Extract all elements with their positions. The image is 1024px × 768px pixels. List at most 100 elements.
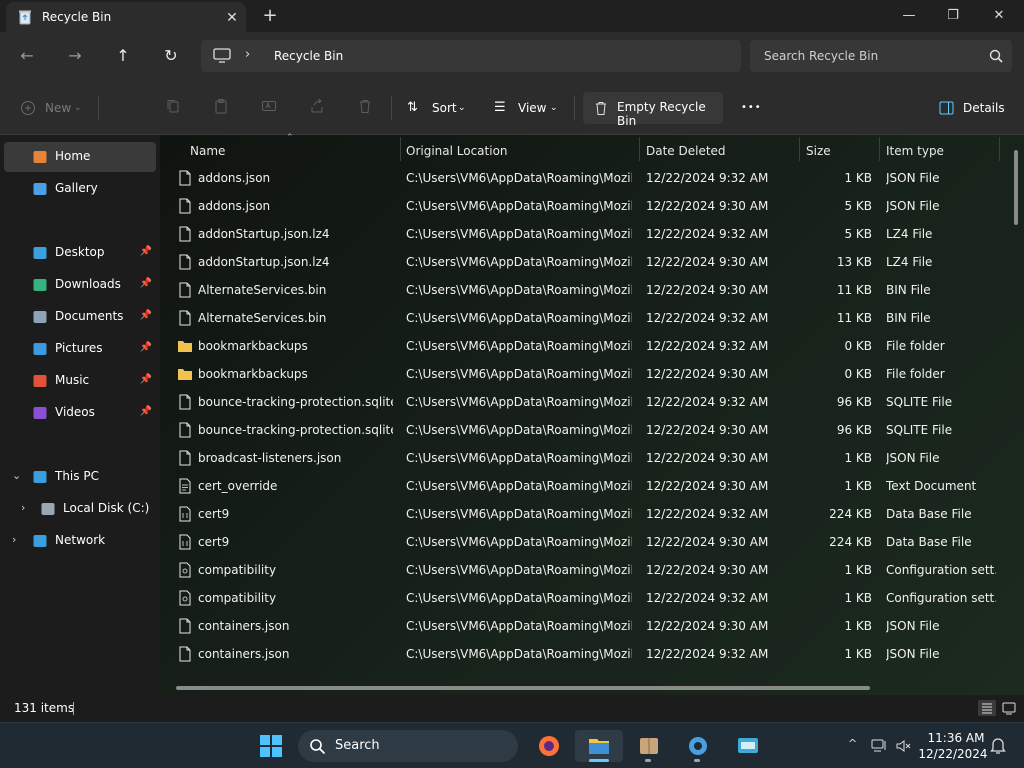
- pin-icon[interactable]: 📌: [140, 246, 152, 257]
- table-row[interactable]: bounce-tracking-protection.sqlite C:\User…: [160, 388, 1008, 416]
- breadcrumb-recycle-bin[interactable]: Recycle Bin: [274, 49, 343, 63]
- sidebar-item-local-disk-c[interactable]: › Local Disk (C:): [4, 494, 156, 524]
- chevron-right-icon[interactable]: ›: [21, 501, 25, 514]
- sidebar-item-videos[interactable]: Videos 📌: [4, 398, 156, 428]
- table-row[interactable]: bounce-tracking-protection.sqlite C:\User…: [160, 416, 1008, 444]
- column-header-date-deleted[interactable]: Date Deleted: [646, 139, 786, 163]
- rename-icon[interactable]: [261, 98, 277, 114]
- chevron-down-icon[interactable]: ⌄: [12, 469, 21, 482]
- file-original-location: C:\Users\VM6\AppData\Roaming\Mozill...: [406, 255, 632, 269]
- delete-icon[interactable]: [357, 98, 373, 114]
- back-button[interactable]: ←: [13, 42, 41, 70]
- column-divider[interactable]: [999, 137, 1000, 161]
- file-explorer-icon[interactable]: [575, 730, 623, 762]
- table-row[interactable]: broadcast-listeners.json C:\Users\VM6\App…: [160, 444, 1008, 472]
- file-item-type: JSON File: [886, 199, 940, 213]
- large-icons-view-icon[interactable]: [1002, 701, 1016, 715]
- new-button[interactable]: New ⌄: [20, 94, 84, 122]
- share-icon[interactable]: [309, 98, 325, 114]
- file-name: cert9: [198, 507, 230, 521]
- empty-recycle-bin-button[interactable]: Empty Recycle Bin: [583, 92, 723, 128]
- taskbar-search-box[interactable]: Search: [298, 730, 518, 762]
- windows-start-icon[interactable]: [260, 735, 282, 757]
- table-row[interactable]: cert_override C:\Users\VM6\AppData\Roamin…: [160, 472, 1008, 500]
- notification-bell-icon[interactable]: [990, 737, 1006, 755]
- table-row[interactable]: addonStartup.json.lz4 C:\Users\VM6\AppDat…: [160, 248, 1008, 276]
- file-size: 1 KB: [844, 479, 872, 493]
- column-header-name[interactable]: Name: [190, 139, 390, 163]
- chevron-right-icon[interactable]: ›: [12, 533, 16, 546]
- search-input[interactable]: Search Recycle Bin: [750, 40, 1012, 72]
- network-tray-icon[interactable]: [871, 737, 887, 753]
- sidebar-item-home[interactable]: Home: [4, 142, 156, 172]
- table-row[interactable]: bookmarkbackups C:\Users\VM6\AppData\Roam…: [160, 360, 1008, 388]
- table-row[interactable]: addons.json C:\Users\VM6\AppData\Roaming\…: [160, 164, 1008, 192]
- table-row[interactable]: addons.json C:\Users\VM6\AppData\Roaming\…: [160, 192, 1008, 220]
- sidebar-item-documents[interactable]: Documents 📌: [4, 302, 156, 332]
- tray-overflow-chevron[interactable]: ^: [848, 737, 857, 750]
- details-button[interactable]: Details: [939, 94, 1011, 122]
- pin-icon[interactable]: 📌: [140, 310, 152, 321]
- close-window-button[interactable]: ✕: [976, 0, 1022, 32]
- pin-icon[interactable]: 📌: [140, 406, 152, 417]
- view-button[interactable]: ☰ View ⌄: [494, 94, 560, 122]
- table-row[interactable]: bookmarkbackups C:\Users\VM6\AppData\Roam…: [160, 332, 1008, 360]
- forward-button[interactable]: →: [61, 42, 89, 70]
- folder-icon: [178, 341, 192, 352]
- search-icon[interactable]: [988, 48, 1004, 64]
- control-panel-icon[interactable]: [731, 730, 765, 762]
- table-row[interactable]: AlternateServices.bin C:\Users\VM6\AppDat…: [160, 276, 1008, 304]
- refresh-button[interactable]: ↻: [157, 42, 185, 70]
- volume-muted-icon[interactable]: [896, 738, 912, 754]
- settings-app-icon[interactable]: [681, 730, 715, 762]
- sidebar-item-pictures[interactable]: Pictures 📌: [4, 334, 156, 364]
- pin-icon[interactable]: 📌: [140, 342, 152, 353]
- sidebar-item-downloads[interactable]: Downloads 📌: [4, 270, 156, 300]
- table-row[interactable]: compatibility C:\Users\VM6\AppData\Roamin…: [160, 584, 1008, 612]
- new-tab-button[interactable]: +: [260, 6, 280, 26]
- vertical-scrollbar[interactable]: [1014, 150, 1018, 225]
- close-tab-icon[interactable]: ✕: [222, 8, 242, 28]
- pin-icon[interactable]: 📌: [140, 278, 152, 289]
- archive-app-icon[interactable]: [632, 730, 666, 762]
- table-row[interactable]: cert9 C:\Users\VM6\AppData\Roaming\Mozill…: [160, 500, 1008, 528]
- network-icon: [33, 535, 47, 547]
- paste-icon[interactable]: [213, 98, 229, 114]
- file-size: 13 KB: [836, 255, 872, 269]
- firefox-icon[interactable]: [532, 730, 566, 762]
- table-row[interactable]: cert9 C:\Users\VM6\AppData\Roaming\Mozill…: [160, 528, 1008, 556]
- table-row[interactable]: addonStartup.json.lz4 C:\Users\VM6\AppDat…: [160, 220, 1008, 248]
- table-row[interactable]: containers.json C:\Users\VM6\AppData\Roam…: [160, 612, 1008, 640]
- clock-time[interactable]: 11:36 AM: [924, 731, 988, 745]
- copy-icon[interactable]: [165, 98, 181, 114]
- sidebar-item-desktop[interactable]: Desktop 📌: [4, 238, 156, 268]
- table-row[interactable]: AlternateServices.bin C:\Users\VM6\AppDat…: [160, 304, 1008, 332]
- column-header-original-location[interactable]: Original Location: [406, 139, 606, 163]
- details-view-icon[interactable]: [978, 700, 996, 716]
- table-row[interactable]: containers.json C:\Users\VM6\AppData\Roam…: [160, 640, 1008, 668]
- sidebar-item-music[interactable]: Music 📌: [4, 366, 156, 396]
- column-header-item-type[interactable]: Item type: [886, 139, 996, 163]
- file-item-type: File folder: [886, 367, 945, 381]
- sidebar-item-this-pc[interactable]: ⌄ This PC: [4, 462, 156, 492]
- file-size: 96 KB: [836, 423, 872, 437]
- table-row[interactable]: compatibility C:\Users\VM6\AppData\Roamin…: [160, 556, 1008, 584]
- address-bar[interactable]: › Recycle Bin: [201, 40, 741, 72]
- sort-button[interactable]: ⇅ Sort ⌄: [407, 94, 469, 122]
- pin-icon[interactable]: 📌: [140, 374, 152, 385]
- horizontal-scrollbar[interactable]: [176, 686, 870, 690]
- column-divider[interactable]: [639, 137, 640, 161]
- sidebar-item-gallery[interactable]: Gallery: [4, 174, 156, 204]
- more-options-button[interactable]: •••: [741, 94, 762, 122]
- chevron-right-icon[interactable]: ›: [245, 47, 250, 62]
- sidebar-item-network[interactable]: › Network: [4, 526, 156, 556]
- clock-date[interactable]: 12/22/2024: [918, 747, 988, 761]
- tab-recycle-bin[interactable]: Recycle Bin ✕: [6, 2, 246, 32]
- maximize-button[interactable]: ❐: [930, 0, 976, 32]
- up-button[interactable]: ↑: [109, 42, 137, 70]
- column-divider[interactable]: [400, 137, 401, 161]
- minimize-button[interactable]: —: [886, 0, 932, 32]
- column-header-size[interactable]: Size: [806, 139, 866, 163]
- column-divider[interactable]: [879, 137, 880, 161]
- column-divider[interactable]: [799, 137, 800, 161]
